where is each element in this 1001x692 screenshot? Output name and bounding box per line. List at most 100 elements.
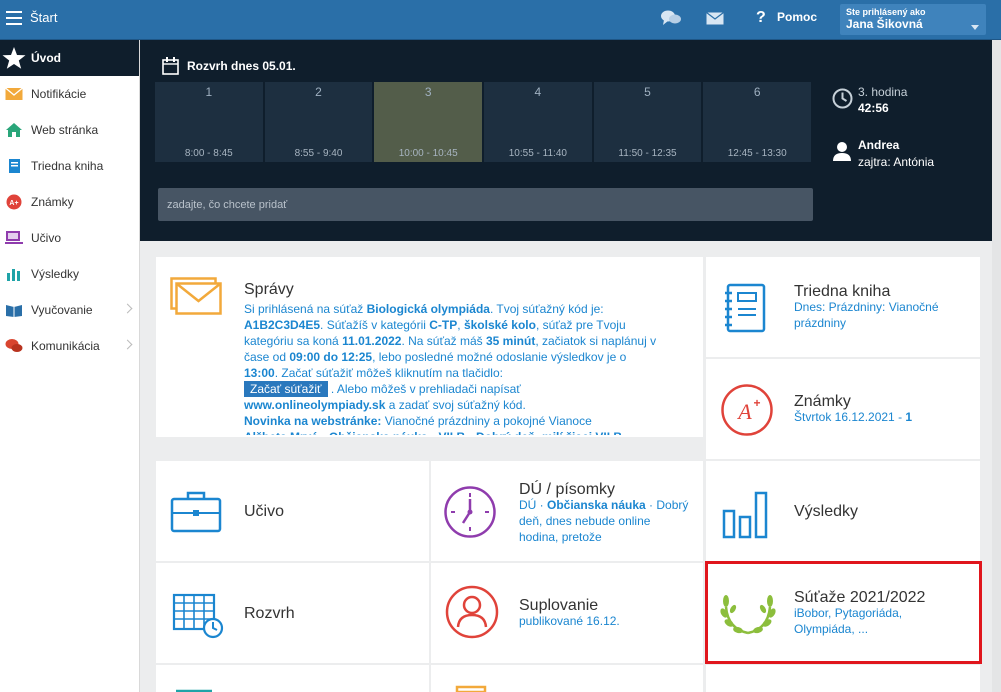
lesson-slot-current[interactable]: 3 10:00 - 10:45 (374, 82, 483, 162)
sidebar-item-vysledky[interactable]: Výsledky (0, 256, 139, 292)
sidebar: Úvod Notifikácie Web stránka Triedna kni… (0, 40, 140, 692)
homework-subject: Občianska náuka (547, 498, 646, 512)
message-text: . Súťažíš v kategórii (320, 318, 430, 332)
tile-sutaze[interactable]: Súťaže 2021/2022 iBobor, Pytagoriáda, Ol… (706, 563, 980, 663)
sidebar-item-label: Vyučovanie (31, 303, 93, 317)
chart-icon (7, 269, 20, 281)
message-text: . Na súťaž máš (401, 334, 486, 348)
tile-subtitle: publikované 16.12. (519, 614, 620, 628)
chevron-right-icon (122, 303, 133, 314)
help-icon[interactable]: ? (756, 9, 766, 27)
home-icon (6, 123, 22, 137)
sidebar-item-vyucovanie[interactable]: Vyučovanie (0, 292, 139, 328)
substitute-person-icon (445, 585, 499, 639)
mail-icon[interactable] (706, 12, 724, 25)
tile-subtitle: Dnes: Prázdniny: Vianočné prázdniny (794, 300, 939, 330)
grade-date: Štvrtok 16.12.2021 - (794, 410, 906, 424)
sidebar-item-triedna-kniha[interactable]: Triedna kniha (0, 148, 139, 184)
lesson-time: 8:00 - 8:45 (184, 148, 233, 159)
sidebar-item-web-stranka[interactable]: Web stránka (0, 112, 139, 148)
lesson-slot[interactable]: 1 8:00 - 8:45 (155, 82, 263, 162)
tile-triedna-kniha[interactable]: Triedna kniha Dnes: Prázdniny: Vianočné … (706, 257, 980, 357)
lesson-number: 4 (534, 85, 542, 99)
message-preview-cut: Alžbeta Mrvá • Občianska náuka • VII.B •… (244, 429, 660, 435)
lesson-slots: 1 8:00 - 8:45 2 8:55 - 9:40 3 10:00 - 10:45… (155, 82, 812, 162)
sidebar-item-notifikacie[interactable]: Notifikácie (0, 76, 139, 112)
tile-partial[interactable] (156, 665, 429, 692)
chevron-right-icon (122, 339, 133, 350)
messages-icon (170, 277, 222, 315)
chat-bubbles-icon[interactable] (660, 9, 682, 27)
lesson-number: 5 (644, 85, 651, 99)
tile-ucivo[interactable]: Učivo (156, 461, 429, 561)
competition-site-link[interactable]: www.onlineolympiady.sk (244, 398, 385, 412)
user-menu[interactable]: Ste prihlásený ako Jana Šikovná (840, 4, 986, 35)
competition-window: 09:00 do 12:25 (289, 350, 373, 364)
competition-category: C-TP (429, 318, 458, 332)
bar-chart-icon (722, 491, 768, 539)
clock-icon (444, 486, 496, 538)
tile-title: Rozvrh (244, 605, 295, 622)
message-text: a zadať svoj súťažný kód. (385, 398, 526, 412)
user-caption: Ste prihlásený ako (846, 7, 926, 17)
tile-spravy[interactable]: Správy Si prihlásená na súťaž Biologická… (156, 257, 703, 437)
lesson-slot[interactable]: 2 8:55 - 9:40 (264, 82, 373, 162)
tile-partial[interactable] (706, 665, 980, 692)
competition-level: školské kolo (463, 318, 536, 332)
competition-name: Biologická olympiáda (366, 302, 490, 316)
remaining-time: 42:56 (858, 101, 889, 115)
start-competition-button[interactable]: Začať súťažiť (244, 381, 328, 397)
news-text[interactable]: Vianočné prázdniny a pokojné Vianoce (381, 414, 592, 428)
lesson-slot[interactable]: 5 11:50 - 12:35 (593, 82, 702, 162)
lesson-slot[interactable]: 4 10:55 - 11:40 (484, 82, 592, 162)
competition-date: 11.01.2022 (342, 334, 402, 348)
grade-icon: A + (721, 384, 773, 436)
book-icon (9, 159, 20, 173)
competition-duration: 35 minút (486, 334, 536, 348)
tile-subtitle: DÚ · Občianska náuka · Dobrý deň, dnes n… (519, 497, 689, 545)
caret-down-icon (971, 25, 979, 30)
window-edge (992, 40, 1001, 692)
lesson-time: 12:45 - 13:30 (727, 148, 787, 159)
lesson-number: 2 (315, 85, 322, 99)
sidebar-item-komunikacia[interactable]: Komunikácia (0, 328, 139, 364)
lesson-slot[interactable]: 6 12:45 - 13:30 (703, 82, 812, 162)
tile-partial[interactable] (431, 665, 703, 692)
lesson-number: 1 (205, 85, 213, 99)
chat-icon (5, 339, 23, 352)
tile-znamky[interactable]: A + Známky Štvrtok 16.12.2021 - 1 (706, 359, 980, 459)
tile-vysledky[interactable]: Výsledky (706, 461, 980, 561)
lesson-number: 3 (424, 85, 432, 99)
tile-rozvrh[interactable]: Rozvrh (156, 563, 429, 663)
svg-text:A: A (736, 399, 752, 424)
person-icon (833, 142, 851, 161)
menu-icon[interactable] (6, 11, 22, 25)
calendar-icon (162, 57, 179, 75)
class-book-icon (725, 283, 766, 333)
tile-icon-partial (176, 689, 212, 692)
quick-add-input[interactable] (158, 188, 813, 221)
svg-text:+: + (753, 396, 760, 410)
clock-icon (832, 88, 853, 109)
sidebar-item-uvod[interactable]: Úvod (0, 40, 139, 76)
tile-subtitle: iBobor, Pytagoriáda, Olympiáda, ... (794, 606, 903, 636)
help-link[interactable]: Pomoc (777, 10, 817, 24)
sidebar-item-label: Úvod (31, 51, 61, 65)
sidebar-item-label: Učivo (31, 231, 62, 245)
lesson-time: 11:50 - 12:35 (618, 148, 677, 159)
sidebar-item-ucivo[interactable]: Učivo (0, 220, 139, 256)
competition-code: A1B2C3D4E5 (244, 318, 321, 332)
sidebar-item-znamky[interactable]: A+ Známky (0, 184, 139, 220)
star-icon (2, 47, 26, 69)
message-text: . Začať súťažiť môžeš kliknutím na tlači… (274, 366, 503, 380)
tile-suplovanie[interactable]: Suplovanie publikované 16.12. (431, 563, 703, 663)
competition-deadline: 13:00 (244, 366, 275, 380)
tile-title: Správy (244, 281, 294, 298)
tile-subtitle: Štvrtok 16.12.2021 - 1 (794, 409, 974, 425)
homework-type: DÚ · (519, 498, 547, 512)
nameday-tomorrow: zajtra: Antónia (858, 155, 935, 169)
tile-title: Výsledky (794, 503, 859, 520)
tile-du-pisomky[interactable]: DÚ / písomky DÚ · Občianska náuka · Dobr… (431, 461, 703, 561)
lesson-time: 10:00 - 10:45 (398, 148, 458, 159)
message-body: Si prihlásená na súťaž Biologická olympi… (244, 301, 660, 435)
